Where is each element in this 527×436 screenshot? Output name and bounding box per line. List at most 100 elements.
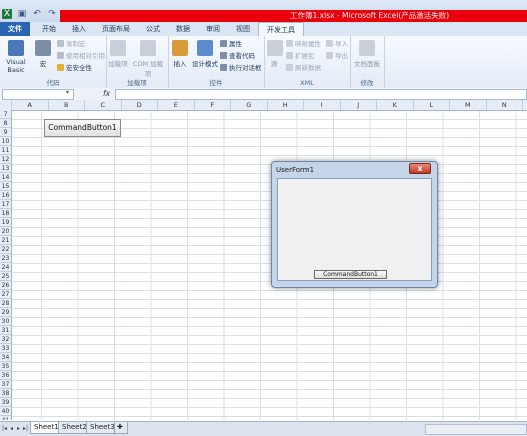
column-header-D[interactable]: D [122, 100, 158, 110]
row-header-33[interactable]: 33 [0, 344, 11, 353]
prev-sheet-icon[interactable]: ◂ [8, 424, 15, 433]
column-header-C[interactable]: C [85, 100, 122, 110]
row-header-21[interactable]: 21 [0, 236, 11, 245]
column-header-G[interactable]: G [231, 100, 268, 110]
view-code-button[interactable]: 查看代码 [220, 51, 255, 61]
row-header-19[interactable]: 19 [0, 218, 11, 227]
fx-button[interactable]: fx [103, 88, 110, 100]
record-macro-button[interactable]: 录制宏 [57, 39, 86, 49]
row-header-32[interactable]: 32 [0, 335, 11, 344]
insert-control-button[interactable]: 插入 [170, 40, 190, 68]
cell-area[interactable] [12, 111, 527, 420]
xml-source-icon [267, 40, 283, 56]
row-header-41[interactable]: 41 [0, 416, 11, 420]
row-header-37[interactable]: 37 [0, 380, 11, 389]
row-header-7[interactable]: 7 [0, 110, 11, 119]
controls-group: 插入 设计模式 属性 查看代码 执行对话框 控件 [168, 36, 265, 88]
row-header-28[interactable]: 28 [0, 299, 11, 308]
row-header-31[interactable]: 31 [0, 326, 11, 335]
name-box-dropdown-icon[interactable]: ▾ [66, 89, 69, 96]
row-header-11[interactable]: 11 [0, 146, 11, 155]
row-header-27[interactable]: 27 [0, 290, 11, 299]
row-header-9[interactable]: 9 [0, 128, 11, 137]
xml-import-button[interactable]: 导入 [326, 39, 348, 49]
import-icon [326, 40, 333, 47]
map-properties-button[interactable]: 映射属性 [286, 39, 321, 49]
row-header-8[interactable]: 8 [0, 119, 11, 128]
addins-group-label: 加载项 [127, 79, 147, 87]
tab-view[interactable]: 视图 [228, 22, 258, 36]
row-header-12[interactable]: 12 [0, 155, 11, 164]
select-all-corner[interactable] [0, 100, 12, 110]
properties-button[interactable]: 属性 [220, 39, 242, 49]
addins-button[interactable]: 加载项 [108, 40, 128, 68]
row-header-40[interactable]: 40 [0, 407, 11, 416]
row-header-20[interactable]: 20 [0, 227, 11, 236]
column-header-F[interactable]: F [195, 100, 231, 110]
row-header-24[interactable]: 24 [0, 263, 11, 272]
sheet-command-button[interactable]: CommandButton1 [44, 119, 121, 137]
xml-export-button[interactable]: 导出 [326, 51, 348, 61]
row-header-39[interactable]: 39 [0, 398, 11, 407]
tab-formulas[interactable]: 公式 [138, 22, 168, 36]
column-header-I[interactable]: I [304, 100, 341, 110]
name-box[interactable] [2, 89, 74, 100]
run-dialog-button[interactable]: 执行对话框 [220, 63, 262, 73]
userform-command-button[interactable]: CommandButton1 [314, 270, 387, 279]
row-header-16[interactable]: 16 [0, 191, 11, 200]
relative-reference-button[interactable]: 使用相对引用 [57, 51, 105, 61]
row-header-17[interactable]: 17 [0, 200, 11, 209]
macro-security-button[interactable]: 宏安全性 [57, 63, 92, 73]
horizontal-scrollbar[interactable] [425, 424, 527, 435]
row-header-14[interactable]: 14 [0, 173, 11, 182]
row-header-38[interactable]: 38 [0, 389, 11, 398]
document-panel-button[interactable]: 文档面板 [352, 40, 382, 68]
tab-data[interactable]: 数据 [168, 22, 198, 36]
tab-file[interactable]: 文件 [0, 22, 30, 36]
next-sheet-icon[interactable]: ▸ [15, 424, 22, 433]
row-header-35[interactable]: 35 [0, 362, 11, 371]
design-mode-button[interactable]: 设计模式 [192, 40, 218, 68]
macro-button[interactable]: 宏 [35, 40, 51, 68]
first-sheet-icon[interactable]: |◂ [1, 424, 8, 433]
tab-review[interactable]: 审阅 [198, 22, 228, 36]
tab-developer[interactable]: 开发工具 [258, 22, 304, 36]
row-header-23[interactable]: 23 [0, 254, 11, 263]
column-header-N[interactable]: N [487, 100, 523, 110]
excel-logo-icon[interactable]: X [2, 9, 12, 19]
column-header-H[interactable]: H [268, 100, 304, 110]
row-header-22[interactable]: 22 [0, 245, 11, 254]
row-header-10[interactable]: 10 [0, 137, 11, 146]
new-sheet-icon[interactable]: ✚ [114, 422, 128, 434]
row-header-26[interactable]: 26 [0, 281, 11, 290]
row-header-34[interactable]: 34 [0, 353, 11, 362]
column-header-E[interactable]: E [158, 100, 195, 110]
save-icon[interactable]: ▣ [17, 9, 27, 19]
undo-icon[interactable]: ↶ [32, 9, 42, 19]
column-header-K[interactable]: K [377, 100, 414, 110]
com-addins-button[interactable]: COM 加载项 [130, 40, 166, 78]
column-header-J[interactable]: J [341, 100, 377, 110]
formula-input[interactable] [115, 89, 527, 100]
row-header-18[interactable]: 18 [0, 209, 11, 218]
row-header-15[interactable]: 15 [0, 182, 11, 191]
column-header-B[interactable]: B [49, 100, 85, 110]
close-icon[interactable]: x [409, 163, 431, 174]
xml-source-button[interactable]: 源 [267, 40, 283, 68]
last-sheet-icon[interactable]: ▸| [22, 424, 29, 433]
expansion-packs-button[interactable]: 扩展包 [286, 51, 315, 61]
visual-basic-button[interactable]: Visual Basic [0, 40, 32, 74]
column-header-M[interactable]: M [450, 100, 487, 110]
tab-insert[interactable]: 插入 [64, 22, 94, 36]
tab-page-layout[interactable]: 页面布局 [94, 22, 138, 36]
column-header-A[interactable]: A [12, 100, 49, 110]
redo-icon[interactable]: ↷ [47, 9, 57, 19]
row-header-13[interactable]: 13 [0, 164, 11, 173]
tab-home[interactable]: 开始 [34, 22, 64, 36]
row-header-30[interactable]: 30 [0, 317, 11, 326]
column-header-L[interactable]: L [414, 100, 450, 110]
row-header-25[interactable]: 25 [0, 272, 11, 281]
row-header-29[interactable]: 29 [0, 308, 11, 317]
row-header-36[interactable]: 36 [0, 371, 11, 380]
refresh-data-button[interactable]: 刷新数据 [286, 63, 321, 73]
